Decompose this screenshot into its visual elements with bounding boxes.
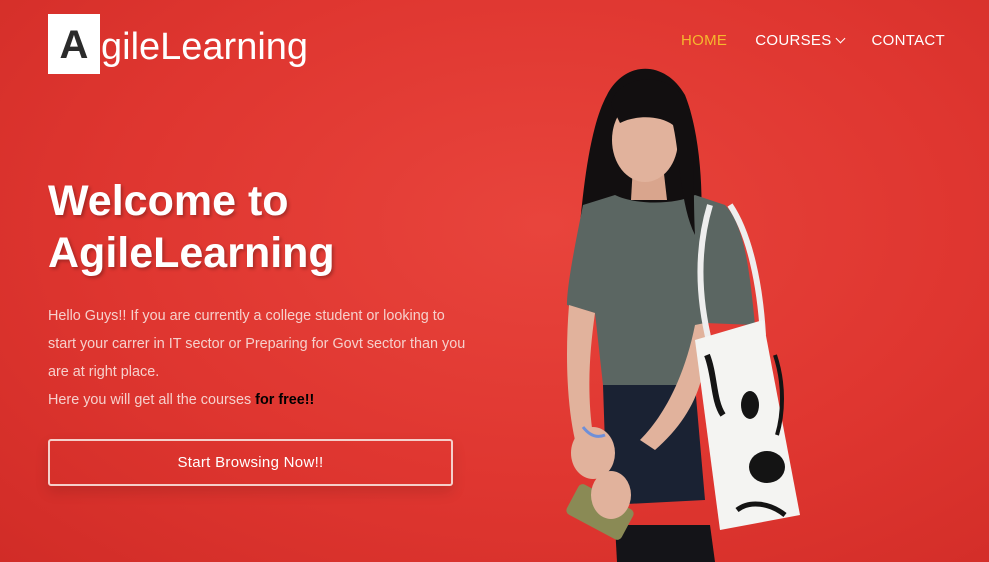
nav-courses[interactable]: COURSES: [755, 32, 845, 49]
nav-contact[interactable]: CONTACT: [872, 32, 945, 49]
hero-title-line1: Welcome to: [48, 177, 289, 225]
hero-desc-highlight: for free!!: [255, 392, 315, 408]
hero-description: Hello Guys!! If you are currently a coll…: [48, 302, 468, 414]
chevron-down-icon: [835, 33, 845, 44]
logo-letter-box: A: [48, 14, 100, 74]
nav-home[interactable]: HOME: [681, 32, 727, 49]
main-nav: HOME COURSES CONTACT: [681, 32, 945, 49]
start-browsing-button[interactable]: Start Browsing Now!!: [48, 439, 453, 486]
hero-desc-line2: Here you will get all the courses: [48, 392, 256, 408]
logo-text: gileLearning: [101, 26, 309, 68]
hero-photo-girl: [566, 68, 800, 562]
hero-desc-line1: Hello Guys!! If you are currently a coll…: [48, 308, 466, 380]
nav-courses-label: COURSES: [755, 32, 832, 49]
hero-title: Welcome to AgileLearning: [48, 175, 488, 279]
hero-title-line2: AgileLearning: [48, 229, 335, 277]
brand-logo[interactable]: A gileLearning: [48, 14, 308, 74]
